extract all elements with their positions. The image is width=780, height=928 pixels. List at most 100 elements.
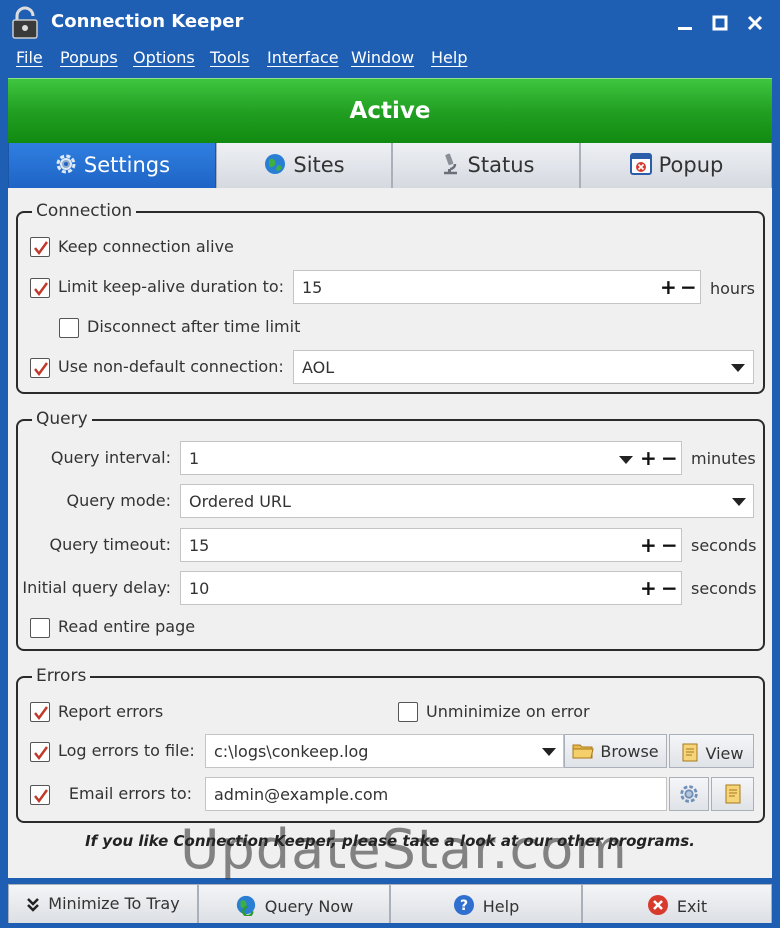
limit-duration-unit: hours — [710, 279, 755, 298]
query-timeout-label: Query timeout: — [49, 535, 171, 554]
query-timeout-value: 15 — [189, 536, 210, 555]
popup-window-icon — [629, 153, 652, 175]
globe-icon — [265, 154, 286, 174]
check-mark-icon — [34, 789, 49, 804]
bottom-button-bar: Minimize To Tray Query Now ? Help Exit — [8, 884, 772, 923]
check-mark-icon — [34, 282, 49, 297]
folder-icon — [572, 744, 594, 759]
email-errors-label: Email errors to: — [68, 784, 192, 803]
increment-button[interactable]: + — [640, 535, 657, 555]
menu-file[interactable]: File — [16, 48, 43, 67]
exit-icon — [647, 895, 668, 915]
tab-status[interactable]: Status — [392, 143, 580, 188]
notepad-icon — [725, 784, 740, 804]
exit-button[interactable]: Exit — [582, 885, 772, 923]
promo-text: If you like Connection Keeper, please ta… — [85, 832, 695, 850]
help-button[interactable]: ? Help — [390, 885, 582, 923]
connection-select[interactable]: AOL — [293, 350, 754, 384]
decrement-button[interactable]: − — [661, 578, 678, 598]
maximize-window-button[interactable] — [705, 9, 735, 37]
query-mode-label: Query mode: — [66, 491, 171, 510]
increment-button[interactable]: + — [640, 578, 657, 598]
help-icon: ? — [453, 895, 474, 915]
query-legend: Query — [32, 409, 92, 429]
menu-popups[interactable]: Popups — [60, 48, 118, 67]
view-button-label: View — [705, 744, 744, 763]
decrement-button[interactable]: − — [661, 535, 678, 555]
limit-duration-checkbox[interactable] — [30, 278, 50, 298]
disconnect-after-label: Disconnect after time limit — [87, 317, 301, 336]
double-chevron-down-icon — [27, 898, 40, 912]
log-errors-checkbox[interactable] — [30, 742, 50, 762]
app-window: Connection Keeper File Popups Options To… — [0, 0, 780, 928]
email-input[interactable]: admin@example.com — [205, 777, 667, 811]
log-file-input[interactable]: c:\logs\conkeep.log — [205, 734, 564, 768]
maximize-icon — [712, 15, 728, 31]
gear-icon — [56, 154, 76, 174]
menu-help[interactable]: Help — [431, 48, 467, 67]
limit-duration-label: Limit keep-alive duration to: — [58, 277, 285, 296]
help-label: Help — [482, 897, 520, 916]
close-window-button[interactable] — [740, 9, 770, 37]
window-title: Connection Keeper — [51, 11, 244, 32]
non-default-connection-checkbox[interactable] — [30, 358, 50, 378]
errors-group: Errors Report errors Unminimize on error… — [16, 666, 765, 823]
keep-alive-label: Keep connection alive — [58, 237, 234, 256]
increment-button[interactable]: + — [660, 277, 677, 297]
browse-button[interactable]: Browse — [564, 734, 667, 768]
decrement-button[interactable]: − — [661, 448, 678, 468]
chevron-down-icon — [732, 498, 746, 506]
query-now-button[interactable]: Query Now — [198, 885, 390, 923]
tab-status-label: Status — [467, 153, 535, 177]
keep-alive-checkbox[interactable] — [30, 237, 50, 257]
tab-strip: Settings Sites Status Popup — [8, 143, 772, 188]
log-errors-label: Log errors to file: — [58, 741, 195, 760]
check-mark-icon — [34, 241, 49, 256]
menu-window[interactable]: Window — [351, 48, 414, 67]
report-errors-checkbox[interactable] — [30, 702, 50, 722]
disconnect-after-checkbox[interactable] — [59, 318, 79, 338]
microscope-icon — [443, 153, 457, 175]
tab-popup-label: Popup — [658, 153, 724, 177]
email-value: admin@example.com — [214, 785, 389, 804]
menu-tools[interactable]: Tools — [210, 48, 249, 67]
menu-options[interactable]: Options — [133, 48, 195, 67]
initial-delay-value: 10 — [189, 579, 210, 598]
minimize-to-tray-button[interactable]: Minimize To Tray — [8, 885, 198, 923]
minimize-window-button[interactable] — [670, 9, 700, 37]
limit-duration-input[interactable]: 15 + − — [293, 270, 701, 304]
increment-button[interactable]: + — [640, 448, 657, 468]
query-timeout-input[interactable]: 15 + − — [180, 528, 682, 562]
initial-delay-unit: seconds — [691, 579, 757, 598]
unminimize-checkbox[interactable] — [398, 702, 418, 722]
settings-panel: Connection Keep connection alive Limit k… — [8, 188, 772, 878]
chevron-down-icon[interactable] — [619, 456, 633, 464]
email-settings-button[interactable] — [669, 777, 709, 811]
email-errors-checkbox[interactable] — [30, 785, 50, 805]
tab-sites[interactable]: Sites — [216, 143, 392, 188]
read-entire-page-label: Read entire page — [58, 617, 196, 636]
tab-settings[interactable]: Settings — [8, 143, 216, 188]
title-bar[interactable]: Connection Keeper — [0, 0, 780, 46]
query-now-label: Query Now — [264, 897, 354, 916]
decrement-button[interactable]: − — [680, 277, 697, 297]
unminimize-label: Unminimize on error — [426, 702, 590, 721]
view-log-button[interactable]: View — [669, 734, 754, 768]
query-interval-unit: minutes — [691, 449, 756, 468]
limit-duration-value: 15 — [302, 278, 323, 297]
non-default-connection-label: Use non-default connection: — [58, 357, 284, 376]
query-interval-input[interactable]: 1 + − — [180, 441, 682, 475]
query-mode-select[interactable]: Ordered URL — [180, 484, 754, 518]
initial-delay-input[interactable]: 10 + − — [180, 571, 682, 605]
read-entire-page-checkbox[interactable] — [30, 618, 50, 638]
tab-popup[interactable]: Popup — [580, 143, 772, 188]
chevron-down-icon[interactable] — [542, 748, 556, 756]
svg-text:?: ? — [460, 898, 468, 914]
tab-sites-label: Sites — [293, 153, 345, 177]
email-notes-button[interactable] — [711, 777, 754, 811]
minimize-icon — [678, 27, 692, 30]
menu-interface[interactable]: Interface — [267, 48, 339, 67]
close-icon — [747, 15, 763, 31]
browse-button-label: Browse — [600, 742, 659, 761]
report-errors-label: Report errors — [58, 702, 164, 721]
